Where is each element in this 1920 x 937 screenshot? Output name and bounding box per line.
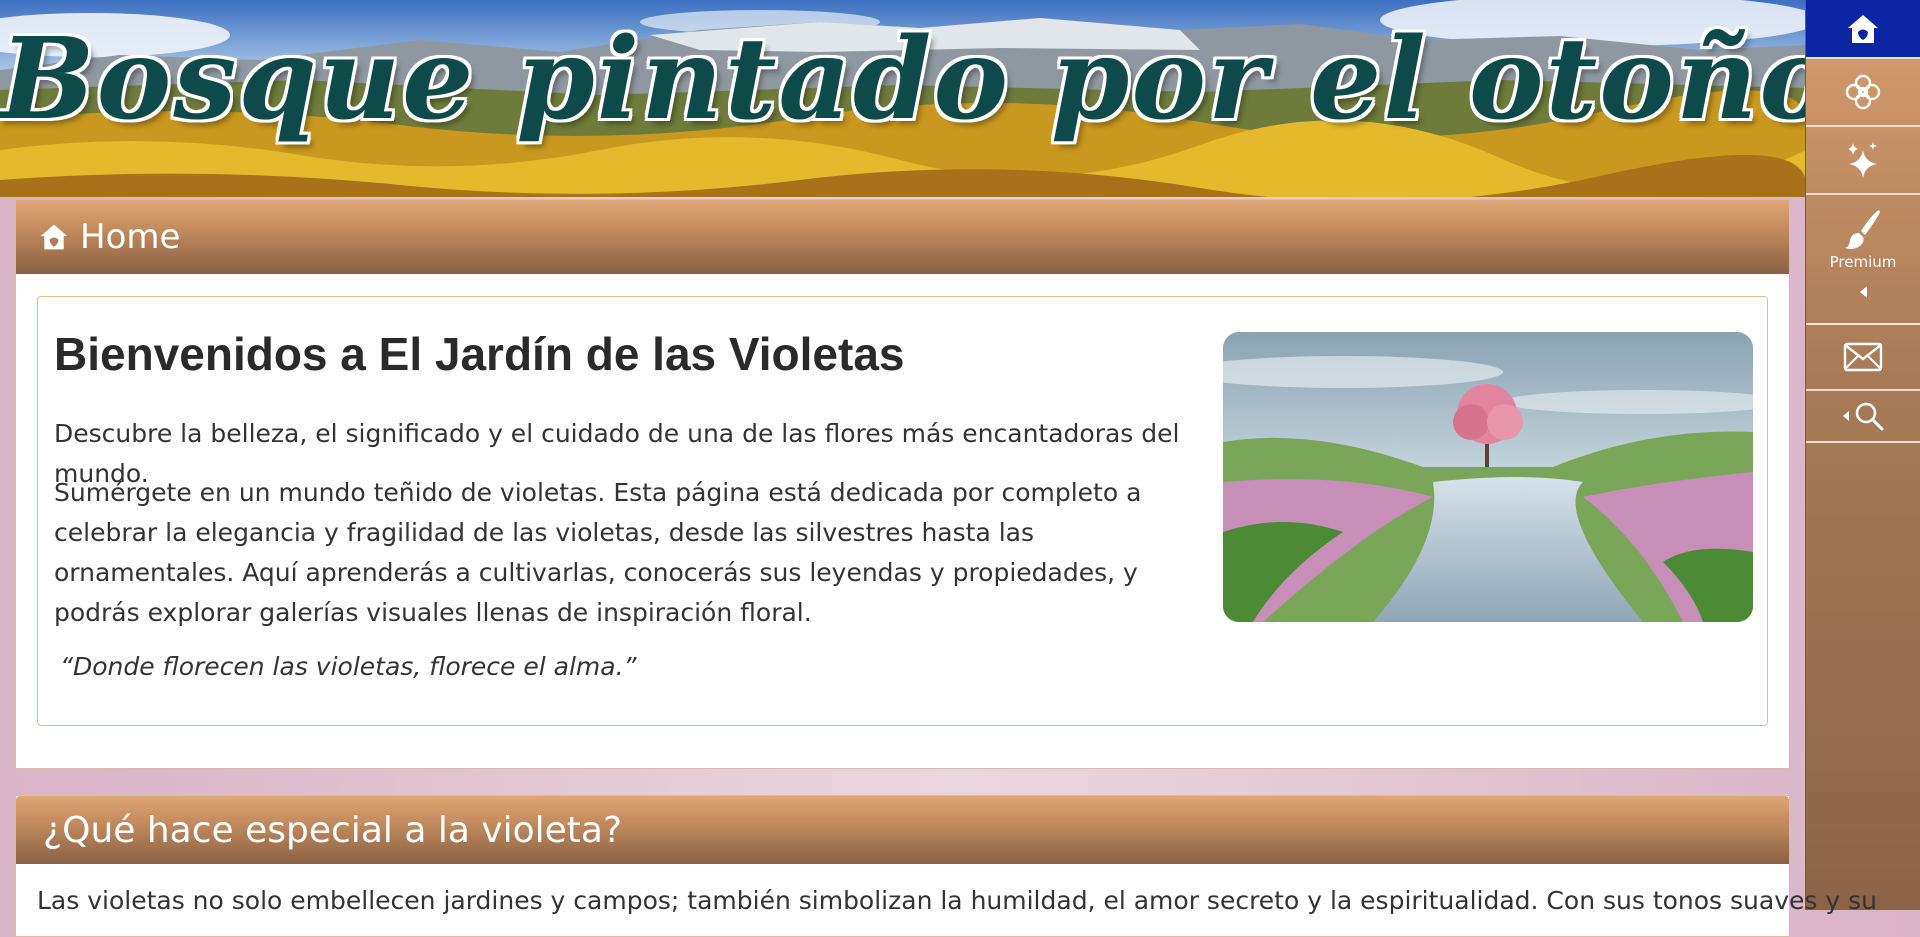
rail-premium-button[interactable]: Premium [1806,195,1920,325]
sparkles-icon [1848,142,1877,178]
home-section: Home Bienvenidos a El Jardín de las Viol… [15,199,1790,769]
rail-home-button[interactable] [1806,0,1920,59]
rail-sparkles-button[interactable] [1806,127,1920,195]
special-section-header: ¿Qué hace especial a la violeta? [16,796,1789,864]
home-icon [38,222,70,252]
rail-mail-button[interactable] [1806,325,1920,391]
home-section-title: Home [80,217,181,257]
special-section-title: ¿Qué hace especial a la violeta? [43,809,623,851]
rail-flower-button[interactable] [1806,59,1920,127]
special-section: ¿Qué hace especial a la violeta? Las vio… [15,795,1877,937]
flower-icon [1845,74,1881,110]
brush-icon [1845,210,1880,249]
welcome-quote: “Donde florecen las violetas, florece el… [60,652,637,681]
right-navigation-rail: Premium [1805,0,1920,910]
caret-left-icon[interactable] [1858,285,1868,299]
search-icon [1855,402,1884,431]
banner-title: Bosque pintado por el otoño [0,14,1806,145]
welcome-body-text: Sumérgete en un mundo teñido de violetas… [54,478,1142,627]
caret-left-small-icon [1843,411,1849,421]
header-banner: Bosque pintado por el otoño [0,0,1806,197]
rail-premium-label: Premium [1829,253,1897,271]
river-landscape-image [1223,332,1753,622]
rail-search-button[interactable] [1806,391,1920,443]
welcome-title: Bienvenidos a El Jardín de las Violetas [54,328,905,380]
home-section-header: Home [16,200,1789,274]
home-icon [1848,14,1878,43]
welcome-card: Bienvenidos a El Jardín de las Violetas … [37,296,1768,726]
special-section-text: Las violetas no solo embellecen jardines… [37,886,1877,915]
mail-icon [1843,342,1883,372]
